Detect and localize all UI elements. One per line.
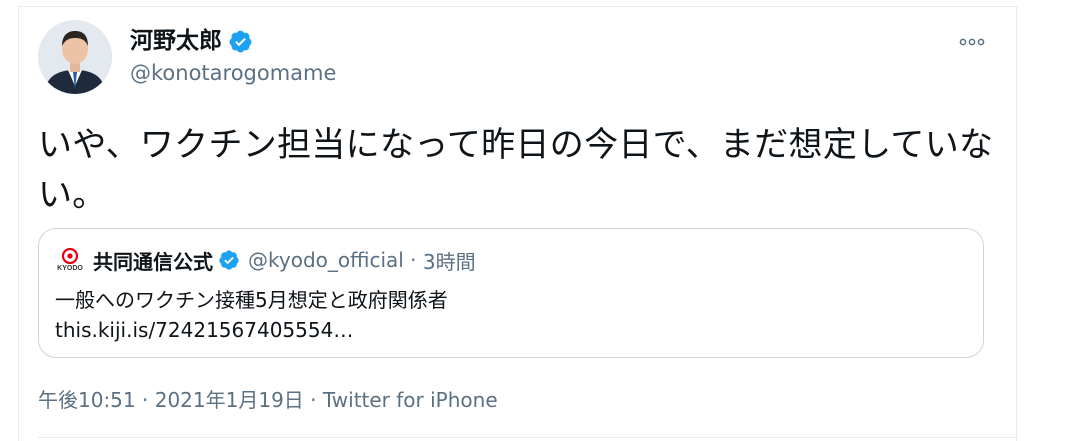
quoted-tweet-header: KYODO 共同通信公式 @kyodo_official · 3時間 (55, 245, 476, 275)
kyodo-logo-text: KYODO (57, 264, 83, 272)
more-horizontal-icon (959, 38, 985, 46)
quoted-display-name: 共同通信公式 (93, 249, 213, 274)
author-display-name[interactable]: 河野太郎 (130, 26, 222, 56)
tweet-source[interactable]: Twitter for iPhone (323, 388, 498, 412)
tweet-divider (38, 437, 1016, 438)
verified-badge-icon (229, 30, 252, 52)
meta-separator-1: · (135, 388, 155, 412)
quoted-verified-badge-icon (219, 250, 239, 270)
quoted-link[interactable]: this.kiji.is/72421567405554… (55, 315, 955, 345)
quoted-timestamp: 3時間 (422, 249, 476, 274)
quoted-tweet-card[interactable]: KYODO 共同通信公式 @kyodo_official · 3時間 一般へのワ… (38, 228, 984, 358)
author-name-row: 河野太郎 (130, 26, 253, 56)
quoted-separator: · (403, 248, 423, 272)
timeline-left-border (18, 6, 19, 441)
tweet-time[interactable]: 午後10:51 (38, 388, 136, 412)
meta-separator-2: · (303, 388, 323, 412)
avatar-portrait (38, 20, 112, 94)
kyodo-logo-icon (62, 247, 78, 264)
more-options-button[interactable] (954, 27, 990, 57)
tweet-date[interactable]: 2021年1月19日 (155, 388, 304, 412)
kyodo-avatar[interactable]: KYODO (55, 245, 85, 275)
tweet-text: いや、ワクチン担当になって昨日の今日で、まだ想定していない。 (38, 125, 994, 215)
quoted-text: 一般へのワクチン接種5月想定と政府関係者 (55, 288, 448, 312)
author-handle[interactable]: @konotarogomame (130, 58, 336, 88)
quoted-handle: @kyodo_official (248, 248, 404, 272)
timeline-top-border (18, 6, 1018, 7)
author-avatar[interactable] (38, 20, 112, 94)
quoted-tweet-body: 一般へのワクチン接種5月想定と政府関係者 this.kiji.is/724215… (55, 285, 955, 345)
timeline-right-border (1016, 6, 1017, 441)
tweet-meta: 午後10:51 · 2021年1月19日 · Twitter for iPhon… (38, 384, 498, 413)
